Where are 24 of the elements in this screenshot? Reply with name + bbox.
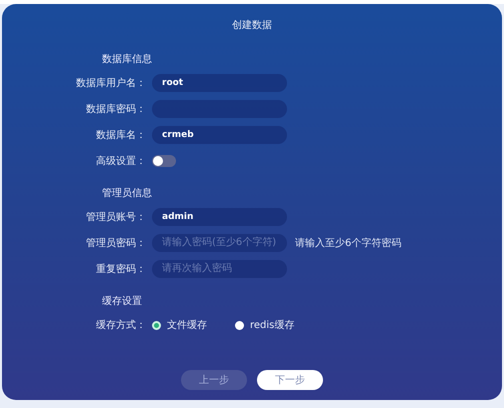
input-field[interactable]: admin (152, 208, 287, 226)
field-label: 数据库密码： (85, 102, 147, 116)
section-heading: 管理员信息 (102, 186, 153, 200)
input-field[interactable]: root (152, 74, 287, 92)
field-label: 缓存方式： (95, 318, 147, 332)
radio-button[interactable] (235, 320, 244, 330)
dialog-title: 创建数据 (232, 18, 272, 32)
radio-label[interactable]: redis缓存 (250, 318, 294, 332)
radio-label[interactable]: 文件缓存 (167, 318, 207, 332)
field-label: 管理员密码： (85, 236, 147, 250)
next-button[interactable]: 下一步 (257, 370, 323, 390)
input-field[interactable]: crmeb (152, 126, 287, 144)
radio-button[interactable] (152, 320, 161, 330)
field-label: 高级设置： (95, 154, 147, 168)
field-label: 重复密码： (95, 262, 147, 276)
input-field[interactable]: 请再次输入密码 (152, 260, 287, 278)
field-label: 管理员账号： (85, 210, 147, 224)
input-field[interactable]: 请输入密码(至少6个字符) (152, 234, 287, 252)
field-label: 数据库用户名： (75, 76, 147, 90)
toggle-switch[interactable] (152, 155, 176, 167)
section-heading: 缓存设置 (102, 294, 143, 308)
field-label: 数据库名： (95, 128, 147, 142)
section-heading: 数据库信息 (102, 52, 153, 66)
hint-text: 请输入至少6个字符密码 (295, 236, 402, 250)
